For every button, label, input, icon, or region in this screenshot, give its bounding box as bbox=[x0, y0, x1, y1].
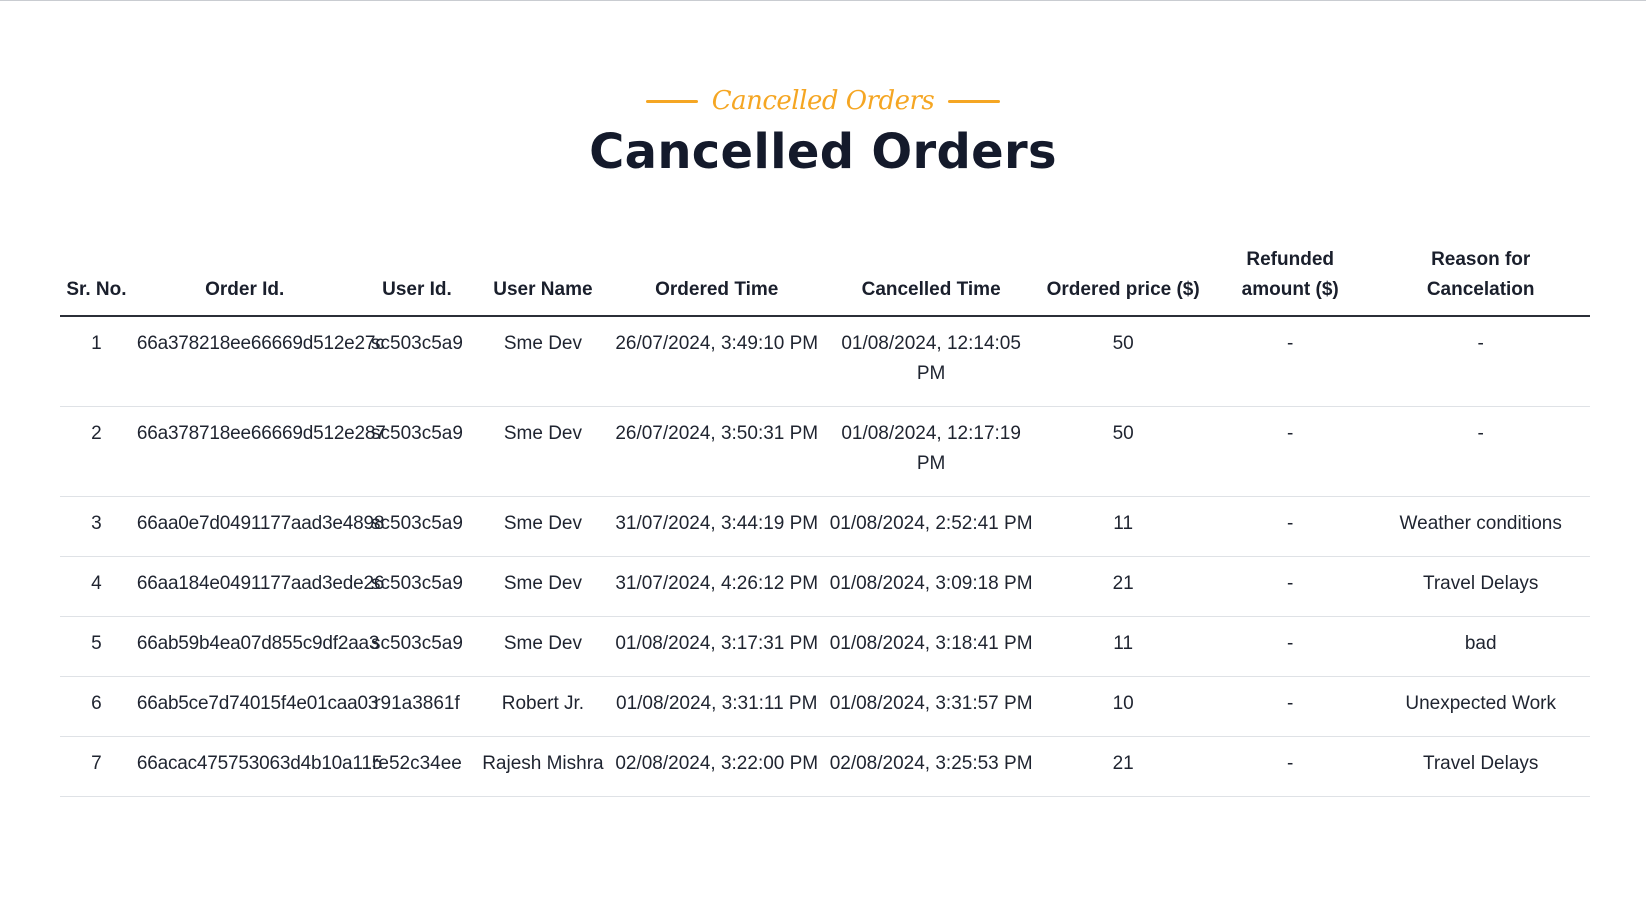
column-header-sr-no: Sr. No. bbox=[60, 245, 133, 317]
column-header-user-id: User Id. bbox=[356, 245, 478, 317]
column-header-order-id: Order Id. bbox=[132, 245, 357, 317]
cell-ordered-time: 31/07/2024, 4:26:12 PM bbox=[608, 556, 825, 617]
cell-cancelled-time: 02/08/2024, 3:25:53 PM bbox=[824, 736, 1038, 797]
cell-cancelled-time: 01/08/2024, 12:17:19 PM bbox=[824, 406, 1038, 497]
cell-ordered-price: 50 bbox=[1037, 406, 1210, 497]
cell-refunded-amount: - bbox=[1209, 616, 1372, 677]
cell-sr-no: 3 bbox=[60, 496, 133, 557]
cell-refunded-amount: - bbox=[1209, 736, 1372, 797]
cell-sr-no: 2 bbox=[60, 406, 133, 497]
cell-order-id: 66a378218ee66669d512e27c bbox=[132, 316, 385, 407]
subtitle-right-line bbox=[948, 99, 1001, 103]
cell-ordered-price: 21 bbox=[1037, 556, 1210, 617]
cell-reason: Unexpected Work bbox=[1371, 676, 1590, 737]
cell-order-id: 66acac475753063d4b10a115 bbox=[132, 736, 382, 797]
table-row: 3 66aa0e7d0491177aad3e4898 sc503c5a9 Sme… bbox=[60, 496, 1590, 557]
cell-sr-no: 6 bbox=[60, 676, 133, 737]
cell-cancelled-time: 01/08/2024, 3:31:57 PM bbox=[824, 676, 1038, 737]
cell-refunded-amount: - bbox=[1209, 316, 1372, 407]
cell-reason: - bbox=[1371, 316, 1590, 407]
cell-ordered-time: 02/08/2024, 3:22:00 PM bbox=[608, 736, 825, 797]
cell-cancelled-time: 01/08/2024, 12:14:05 PM bbox=[824, 316, 1038, 407]
cell-ordered-price: 21 bbox=[1037, 736, 1210, 797]
cell-reason: bad bbox=[1371, 616, 1590, 677]
cell-user-name: Sme Dev bbox=[477, 556, 609, 617]
cell-order-id: 66aa0e7d0491177aad3e4898 bbox=[132, 496, 384, 557]
cell-user-id: sc503c5a9 bbox=[356, 496, 478, 557]
cell-ordered-price: 11 bbox=[1037, 616, 1210, 677]
cell-ordered-price: 10 bbox=[1037, 676, 1210, 737]
cancelled-orders-table: Sr. No. Order Id. User Id. User Name Ord… bbox=[60, 245, 1590, 797]
column-header-ordered-price: Ordered price ($) bbox=[1037, 245, 1210, 317]
cell-refunded-amount: - bbox=[1209, 556, 1372, 617]
cell-ordered-price: 50 bbox=[1037, 316, 1210, 407]
table-row: 1 66a378218ee66669d512e27c sc503c5a9 Sme… bbox=[60, 316, 1590, 407]
cell-user-id: re52c34ee bbox=[356, 736, 478, 797]
cell-ordered-price: 11 bbox=[1037, 496, 1210, 557]
subtitle-text: Cancelled Orders bbox=[711, 86, 935, 116]
cancelled-orders-table-container: Sr. No. Order Id. User Id. User Name Ord… bbox=[60, 245, 1590, 797]
cell-user-id: sc503c5a9 bbox=[356, 406, 478, 497]
cell-user-name: Sme Dev bbox=[477, 316, 609, 407]
column-header-cancelled-time: Cancelled Time bbox=[824, 245, 1038, 317]
table-row: 2 66a378718ee66669d512e287 sc503c5a9 Sme… bbox=[60, 406, 1590, 497]
cell-user-name: Rajesh Mishra bbox=[477, 736, 609, 797]
cell-cancelled-time: 01/08/2024, 3:09:18 PM bbox=[824, 556, 1038, 617]
cell-sr-no: 4 bbox=[60, 556, 133, 617]
column-header-ordered-time: Ordered Time bbox=[608, 245, 825, 317]
cell-user-id: sc503c5a9 bbox=[356, 556, 478, 617]
cell-user-id: sc503c5a9 bbox=[356, 316, 478, 407]
cell-order-id: 66aa184e0491177aad3ede26 bbox=[132, 556, 384, 617]
table-row: 7 66acac475753063d4b10a115 re52c34ee Raj… bbox=[60, 736, 1590, 797]
page-title: Cancelled Orders bbox=[589, 124, 1057, 180]
top-divider bbox=[0, 0, 1646, 1]
cell-ordered-time: 31/07/2024, 3:44:19 PM bbox=[608, 496, 825, 557]
cell-user-name: Robert Jr. bbox=[477, 676, 609, 737]
cell-ordered-time: 26/07/2024, 3:49:10 PM bbox=[608, 316, 825, 407]
cell-refunded-amount: - bbox=[1209, 496, 1372, 557]
subtitle-left-line bbox=[645, 99, 698, 103]
cell-cancelled-time: 01/08/2024, 3:18:41 PM bbox=[824, 616, 1038, 677]
cell-ordered-time: 01/08/2024, 3:17:31 PM bbox=[608, 616, 825, 677]
cell-order-id: 66ab5ce7d74015f4e01caa03 bbox=[132, 676, 378, 737]
cell-user-name: Sme Dev bbox=[477, 616, 609, 677]
cell-ordered-time: 01/08/2024, 3:31:11 PM bbox=[608, 676, 825, 737]
cell-reason: Weather conditions bbox=[1371, 496, 1590, 557]
cell-reason: - bbox=[1371, 406, 1590, 497]
cell-user-id: sc503c5a9 bbox=[356, 616, 478, 677]
table-row: 5 66ab59b4ea07d855c9df2aa3 sc503c5a9 Sme… bbox=[60, 616, 1590, 677]
cell-user-name: Sme Dev bbox=[477, 406, 609, 497]
column-header-refunded-amount: Refunded amount ($) bbox=[1209, 245, 1372, 317]
cell-reason: Travel Delays bbox=[1371, 556, 1590, 617]
section-subtitle: Cancelled Orders bbox=[0, 86, 1646, 116]
table-row: 6 66ab5ce7d74015f4e01caa03 r91a3861f Rob… bbox=[60, 676, 1590, 737]
cell-sr-no: 5 bbox=[60, 616, 133, 677]
column-header-reason: Reason for Cancelation bbox=[1371, 245, 1590, 317]
column-header-user-name: User Name bbox=[477, 245, 609, 317]
cell-refunded-amount: - bbox=[1209, 406, 1372, 497]
cell-ordered-time: 26/07/2024, 3:50:31 PM bbox=[608, 406, 825, 497]
table-header-row: Sr. No. Order Id. User Id. User Name Ord… bbox=[60, 245, 1590, 317]
cell-user-id: r91a3861f bbox=[356, 676, 478, 737]
cell-sr-no: 1 bbox=[60, 316, 133, 407]
cell-order-id: 66a378718ee66669d512e287 bbox=[132, 406, 386, 497]
cell-cancelled-time: 01/08/2024, 2:52:41 PM bbox=[824, 496, 1038, 557]
cell-refunded-amount: - bbox=[1209, 676, 1372, 737]
cell-user-name: Sme Dev bbox=[477, 496, 609, 557]
cell-reason: Travel Delays bbox=[1371, 736, 1590, 797]
cell-sr-no: 7 bbox=[60, 736, 133, 797]
table-row: 4 66aa184e0491177aad3ede26 sc503c5a9 Sme… bbox=[60, 556, 1590, 617]
cell-order-id: 66ab59b4ea07d855c9df2aa3 bbox=[132, 616, 379, 677]
